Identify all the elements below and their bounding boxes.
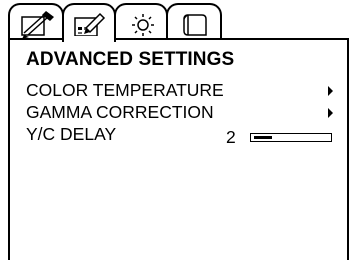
menu-item-yc-delay[interactable]: Y/C DELAY 2 [26,124,336,147]
picture-adjust-icon [21,11,54,39]
menu-item-gamma-correction[interactable]: GAMMA CORRECTION [26,102,336,124]
selected-tab-opening [64,36,114,42]
yc-delay-slider-fill [254,135,272,139]
settings-sun-icon [132,14,154,36]
menu-panel [8,38,349,260]
page-icon [183,14,207,36]
osd-menu: ADVANCED SETTINGS COLOR TEMPERATURE GAMM… [0,0,356,260]
tab-information[interactable] [166,3,222,39]
yc-delay-slider[interactable] [250,133,332,142]
tab-picture[interactable] [8,3,64,39]
menu-title: ADVANCED SETTINGS [26,49,235,70]
submenu-arrow-icon [328,108,333,118]
menu-item-label: Y/C DELAY [26,124,117,144]
submenu-arrow-icon [328,86,333,96]
menu-item-color-temperature[interactable]: COLOR TEMPERATURE [26,80,336,102]
menu-item-label: GAMMA CORRECTION [26,102,214,122]
tab-setup[interactable] [114,3,168,39]
yc-delay-value: 2 [226,127,236,147]
menu-item-label: COLOR TEMPERATURE [26,80,224,100]
